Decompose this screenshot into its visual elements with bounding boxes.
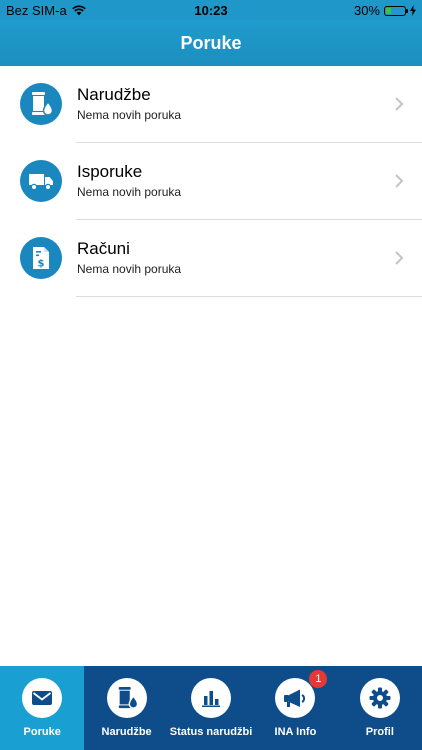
chevron-right-icon — [395, 251, 404, 265]
page-header: Poruke — [0, 20, 422, 66]
page-title: Poruke — [180, 33, 242, 53]
list-item-subtitle: Nema novih poruka — [77, 185, 182, 199]
list-item-subtitle: Nema novih poruka — [77, 108, 182, 122]
tab-label: Status narudžbi — [169, 726, 253, 738]
battery-icon — [384, 5, 408, 16]
list-item-title: Računi — [77, 239, 130, 258]
barrel-drop-icon — [20, 83, 62, 125]
barrel-drop-icon — [106, 678, 147, 718]
tab-label: Poruke — [23, 726, 61, 738]
tab-status-narudzbi[interactable]: Status narudžbi — [169, 666, 253, 750]
divider — [76, 296, 422, 297]
battery-status: 30% — [354, 3, 416, 18]
battery-percent: 30% — [353, 3, 380, 18]
list-item-title: Narudžbe — [77, 85, 151, 104]
tab-ina-info[interactable]: 1 INA Info — [253, 666, 337, 750]
tab-narudzbe[interactable]: Narudžbe — [84, 666, 168, 750]
invoice-dollar-icon: $ — [20, 237, 62, 279]
battery-fill — [386, 7, 392, 14]
gear-icon — [359, 678, 400, 718]
tab-poruke[interactable]: Poruke — [0, 666, 85, 750]
tab-profil[interactable]: Profil — [338, 666, 422, 750]
list-item-racuni[interactable]: $ Računi Nema novih poruka — [0, 220, 422, 297]
tab-label: Profil — [365, 726, 394, 738]
tab-label: INA Info — [274, 726, 317, 738]
message-category-list: Narudžbe Nema novih poruka Isporuke Nema… — [0, 66, 422, 297]
megaphone-icon — [275, 678, 316, 718]
list-item-isporuke[interactable]: Isporuke Nema novih poruka — [0, 143, 422, 220]
list-item-title: Isporuke — [77, 162, 143, 181]
bottom-tab-bar: Poruke Narudžbe Status narudžbi 1 INA In… — [0, 666, 422, 750]
chevron-right-icon — [395, 174, 404, 188]
charging-bolt-icon — [410, 5, 416, 16]
truck-icon — [20, 160, 62, 202]
list-item-narudzbe[interactable]: Narudžbe Nema novih poruka — [0, 66, 422, 143]
tab-label: Narudžbe — [101, 726, 152, 738]
envelope-icon — [22, 678, 63, 718]
chevron-right-icon — [395, 97, 404, 111]
status-bar: Bez SIM-a 10:23 30% — [0, 0, 422, 20]
bar-chart-icon — [191, 678, 232, 718]
svg-text:$: $ — [38, 259, 45, 270]
notification-badge: 1 — [309, 670, 328, 688]
list-item-subtitle: Nema novih poruka — [77, 262, 182, 276]
